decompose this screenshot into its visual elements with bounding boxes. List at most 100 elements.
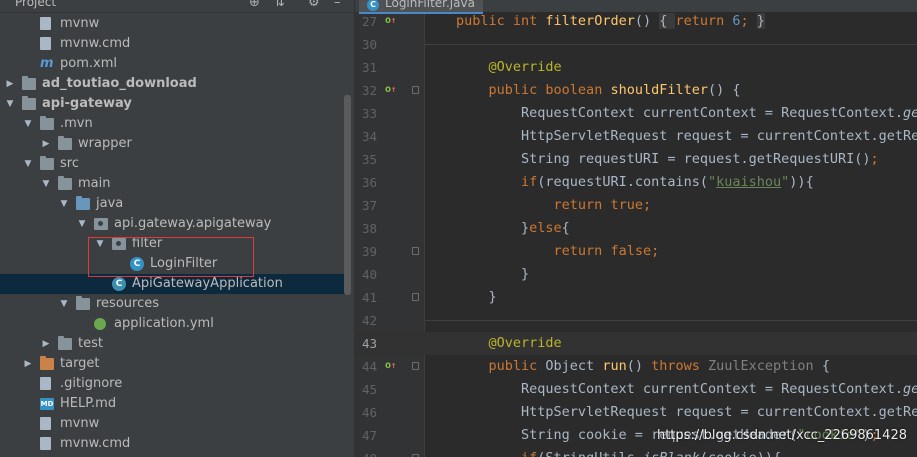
tree-item[interactable]: ▼ resources: [0, 294, 350, 314]
code-line[interactable]: 36 if(requestURI.contains("kuaishou")){: [355, 171, 917, 194]
code-text: @Override: [456, 56, 562, 79]
tree-item[interactable]: ▼ filter: [0, 234, 350, 254]
code-editor[interactable]: 27 o↑ public int filterOrder() { return 6;…: [354, 0, 917, 457]
tree-item-label: application.yml: [114, 316, 214, 331]
chevron-down-icon[interactable]: ▼: [22, 114, 34, 134]
collapse-icon[interactable]: ⇅: [274, 0, 285, 10]
tab-loginfilter[interactable]: C LoginFilter.java: [359, 0, 483, 14]
tree-item[interactable]: application.yml: [0, 314, 350, 334]
line-number: 32: [361, 83, 377, 98]
folder-icon: [22, 76, 36, 90]
code-line[interactable]: 41 }: [355, 286, 917, 309]
code-token: if: [521, 174, 538, 190]
chevron-down-icon[interactable]: ▼: [94, 234, 106, 254]
chevron-down-icon[interactable]: ▼: [76, 214, 88, 234]
code-token: HttpServletRequest request = currentCont…: [521, 128, 917, 144]
code-line[interactable]: 48 if(StringUtils.isBlank(cookie)){: [355, 447, 917, 457]
tree-item-label: api.gateway.apigateway: [114, 216, 272, 231]
tree-item[interactable]: ▶ test: [0, 334, 350, 354]
scrollbar[interactable]: [344, 95, 351, 295]
tree-item[interactable]: .gitignore: [0, 374, 350, 394]
code-line[interactable]: 45 RequestContext currentContext = Reque…: [355, 378, 917, 401]
line-number: 37: [361, 198, 377, 213]
chevron-right-icon[interactable]: ▶: [22, 354, 34, 374]
chevron-down-icon[interactable]: ▼: [40, 174, 52, 194]
tree-item-label: pom.xml: [60, 56, 117, 71]
implements-marker-icon[interactable]: o↑: [385, 15, 396, 27]
tree-item[interactable]: ▼ src: [0, 154, 350, 174]
chevron-down-icon[interactable]: ▼: [58, 194, 70, 214]
tree-item[interactable]: mvnw: [0, 14, 350, 34]
code-text: public int filterOrder() { return 6; }: [456, 10, 765, 33]
chevron-right-icon[interactable]: ▶: [40, 334, 52, 354]
folder-icon: [58, 336, 72, 350]
code-line[interactable]: 34 HttpServletRequest request = currentC…: [355, 125, 917, 148]
code-token: ;: [651, 243, 660, 259]
code-token: (StringUtils.: [537, 450, 643, 457]
tree-item[interactable]: C ApiGatewayApplication: [0, 274, 350, 294]
code-line[interactable]: 37 return true;: [355, 194, 917, 217]
chevron-right-icon[interactable]: ▶: [40, 134, 52, 154]
gear-icon[interactable]: ⚙: [308, 0, 320, 10]
code-line[interactable]: 35 String requestURI = request.getReques…: [355, 148, 917, 171]
tree-item-label: target: [60, 356, 100, 371]
line-number: 41: [361, 290, 377, 305]
code-line[interactable]: 33 RequestContext currentContext = Reque…: [355, 102, 917, 125]
line-number: 42: [361, 313, 377, 328]
code-line[interactable]: 46 HttpServletRequest request = currentC…: [355, 401, 917, 424]
code-line[interactable]: 40 }: [355, 263, 917, 286]
excluded-folder-icon: [40, 356, 54, 370]
line-number: 35: [361, 152, 377, 167]
minimize-icon[interactable]: –: [334, 0, 341, 10]
code-token: 6: [732, 13, 741, 29]
tree-item[interactable]: ▼ api.gateway.apigateway: [0, 214, 350, 234]
code-line[interactable]: 31 @Override: [355, 56, 917, 79]
package-icon: [112, 238, 126, 250]
code-token: return: [553, 197, 611, 213]
code-text: return false;: [456, 240, 660, 263]
tree-item[interactable]: m pom.xml: [0, 54, 350, 74]
line-number: 36: [361, 175, 377, 190]
line-number: 38: [361, 221, 377, 236]
line-number: 33: [361, 106, 377, 121]
code-token: shouldFilter: [610, 82, 708, 98]
tree-item-label: resources: [96, 296, 160, 311]
code-token: ;: [642, 197, 652, 213]
code-text: HttpServletRequest request = currentCont…: [456, 401, 917, 424]
code-token: RequestContext currentContext = RequestC…: [456, 381, 904, 397]
code-text: public boolean shouldFilter() {: [456, 79, 741, 102]
code-text: RequestContext currentContext = RequestC…: [456, 378, 917, 401]
chevron-right-icon[interactable]: ▶: [4, 74, 16, 94]
tree-item[interactable]: mvnw.cmd: [0, 34, 350, 54]
code-line[interactable]: 43 @Override: [355, 332, 917, 355]
tree-item[interactable]: ▶ wrapper: [0, 134, 350, 154]
tree-item[interactable]: mvnw.cmd: [0, 434, 350, 454]
source-folder-icon: [76, 196, 90, 210]
tree-item[interactable]: ▼ .mvn: [0, 114, 350, 134]
code-line[interactable]: 39 return false;: [355, 240, 917, 263]
chevron-down-icon[interactable]: ▼: [4, 94, 16, 114]
override-marker-icon[interactable]: o↑: [385, 360, 396, 372]
code-token: public: [488, 358, 546, 374]
chevron-down-icon[interactable]: ▼: [58, 294, 70, 314]
project-title[interactable]: Project: [15, 0, 56, 9]
tree-item[interactable]: mvnw: [0, 414, 350, 434]
code-token: String requestURI = request.getRequestUR…: [456, 151, 871, 167]
code-line[interactable]: 32 o↑ public boolean shouldFilter() {: [355, 79, 917, 102]
line-number: 46: [361, 405, 377, 420]
code-token: RequestContext currentContext = RequestC…: [456, 105, 904, 121]
tree-item[interactable]: C LoginFilter: [0, 254, 350, 274]
code-token: return: [553, 243, 611, 259]
tree-item[interactable]: ▶ ad_toutiao_download: [0, 74, 350, 94]
tree-item[interactable]: ▼ java: [0, 194, 350, 214]
code-line[interactable]: 38 }else{: [355, 217, 917, 240]
chevron-down-icon[interactable]: ▼: [22, 154, 34, 174]
tree-item[interactable]: ▼ api-gateway: [0, 94, 350, 114]
tree-item[interactable]: ▼ main: [0, 174, 350, 194]
target-icon[interactable]: ⊕: [249, 0, 260, 10]
tree-item[interactable]: MD HELP.md: [0, 394, 350, 414]
override-marker-icon[interactable]: o↑: [385, 84, 396, 96]
tree-item[interactable]: ▶ target: [0, 354, 350, 374]
code-line[interactable]: 44 o↑ public Object run() throws ZuulExce…: [355, 355, 917, 378]
